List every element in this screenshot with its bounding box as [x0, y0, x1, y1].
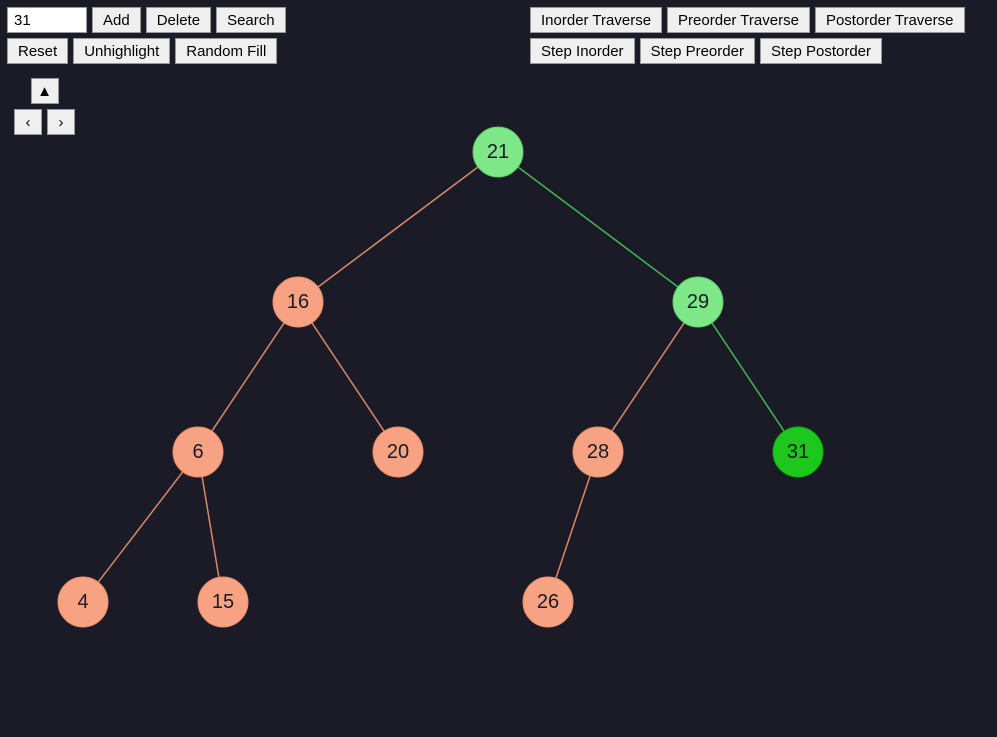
- tree-edge: [202, 477, 219, 578]
- tree-node-label: 20: [387, 441, 409, 463]
- delete-button[interactable]: Delete: [146, 7, 211, 33]
- tree-node-label: 15: [212, 591, 234, 613]
- tree-node-label: 6: [192, 441, 203, 463]
- nav-controls: ▲ ‹ ›: [14, 78, 75, 140]
- tree-node[interactable]: 6: [173, 427, 223, 477]
- toolbar-left: Add Delete Search Reset Unhighlight Rand…: [7, 7, 307, 64]
- tree-node[interactable]: 29: [673, 277, 723, 327]
- tree-node[interactable]: 26: [523, 577, 573, 627]
- tree-node-label: 4: [77, 591, 88, 613]
- tree-node[interactable]: 31: [773, 427, 823, 477]
- tree-node-label: 26: [537, 591, 559, 613]
- tree-edge: [712, 323, 784, 431]
- tree-node[interactable]: 15: [198, 577, 248, 627]
- step-inorder-button[interactable]: Step Inorder: [530, 38, 635, 64]
- tree-node[interactable]: 21: [473, 127, 523, 177]
- add-button[interactable]: Add: [92, 7, 141, 33]
- tree-edge: [556, 476, 590, 579]
- value-input[interactable]: [7, 7, 87, 33]
- tree-node-label: 16: [287, 291, 309, 313]
- tree-edge: [312, 323, 384, 431]
- unhighlight-button[interactable]: Unhighlight: [73, 38, 170, 64]
- inorder-traverse-button[interactable]: Inorder Traverse: [530, 7, 662, 33]
- preorder-traverse-button[interactable]: Preorder Traverse: [667, 7, 810, 33]
- tree-node-label: 28: [587, 441, 609, 463]
- search-button[interactable]: Search: [216, 7, 286, 33]
- tree-node-label: 21: [487, 141, 509, 163]
- nav-left-button[interactable]: ‹: [14, 109, 42, 135]
- tree-edge: [98, 472, 183, 582]
- step-postorder-button[interactable]: Step Postorder: [760, 38, 882, 64]
- nav-up-button[interactable]: ▲: [31, 78, 59, 104]
- random-fill-button[interactable]: Random Fill: [175, 38, 277, 64]
- tree-node-label: 29: [687, 291, 709, 313]
- tree-node-label: 31: [787, 441, 809, 463]
- postorder-traverse-button[interactable]: Postorder Traverse: [815, 7, 965, 33]
- tree-edge: [518, 167, 678, 287]
- tree-node[interactable]: 20: [373, 427, 423, 477]
- nav-right-button[interactable]: ›: [47, 109, 75, 135]
- toolbar-right: Inorder Traverse Preorder Traverse Posto…: [530, 7, 990, 64]
- tree-node[interactable]: 16: [273, 277, 323, 327]
- tree-edge: [212, 323, 284, 431]
- tree-canvas: 21 16 29 6 20 28 31 4 15 26: [0, 0, 997, 737]
- tree-node[interactable]: 28: [573, 427, 623, 477]
- tree-edge: [318, 167, 478, 287]
- reset-button[interactable]: Reset: [7, 38, 68, 64]
- tree-edge: [612, 323, 684, 431]
- step-preorder-button[interactable]: Step Preorder: [640, 38, 755, 64]
- tree-node[interactable]: 4: [58, 577, 108, 627]
